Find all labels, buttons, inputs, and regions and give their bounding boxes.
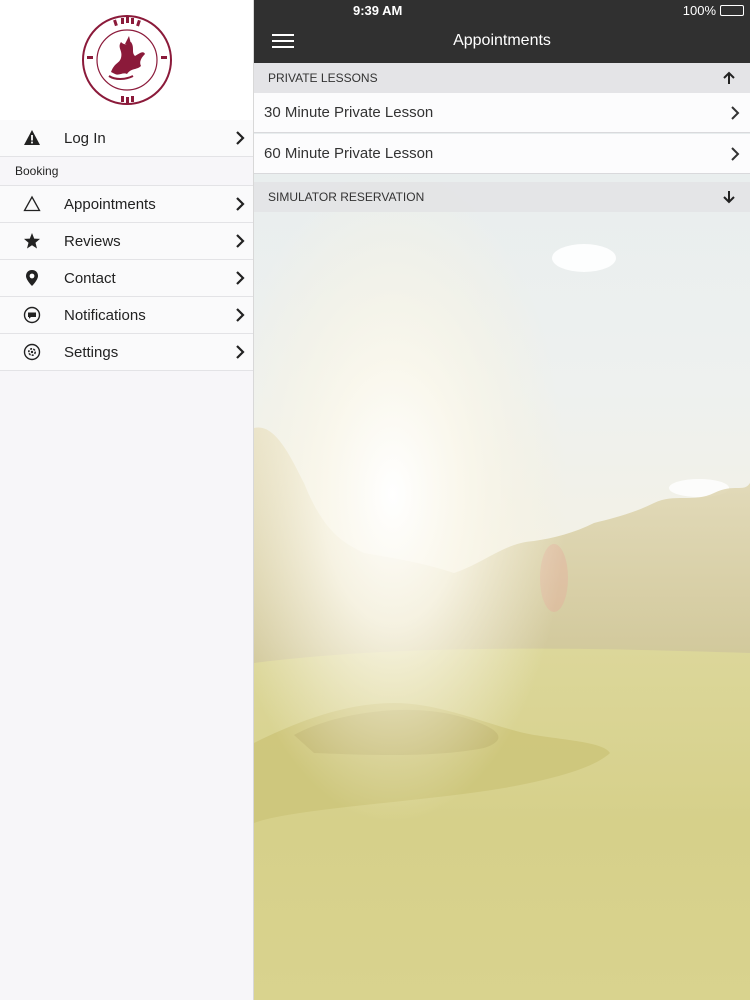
sidebar-item-label: Settings: [64, 343, 119, 361]
chevron-right-icon: [227, 131, 253, 145]
page-title: Appointments: [453, 32, 551, 49]
chevron-right-icon: [731, 106, 740, 120]
sidebar-item-label: Notifications: [64, 306, 146, 324]
list-item-60-minute-private-lesson[interactable]: 60 Minute Private Lesson: [254, 134, 750, 174]
arrow-up-icon: [723, 71, 735, 84]
list-item-30-minute-private-lesson[interactable]: 30 Minute Private Lesson: [254, 93, 750, 133]
sidebar-item-label: Contact: [64, 269, 116, 287]
sidebar-section-booking: Booking: [0, 157, 253, 186]
section-header-label: PRIVATE LESSONS: [268, 71, 378, 85]
chevron-right-icon: [731, 147, 740, 161]
sidebar-item-reviews[interactable]: Reviews: [0, 223, 253, 260]
battery-percent: 100%: [682, 3, 716, 18]
sidebar-item-appointments[interactable]: Appointments: [0, 186, 253, 223]
sidebar-item-settings[interactable]: Settings: [0, 334, 253, 371]
main-panel: 9:39 AM 100% Appointments PRIVATE LESSON…: [254, 0, 750, 1000]
triangle-outline-icon: [0, 195, 64, 213]
status-time: 9:39 AM: [353, 3, 403, 18]
sidebar-item-label: Appointments: [64, 195, 156, 213]
sidebar-item-contact[interactable]: Contact: [0, 260, 253, 297]
section-header-label: SIMULATOR RESERVATION: [268, 190, 425, 204]
sidebar: Log In Booking Appointments Reviews Cont…: [0, 0, 254, 1000]
chat-bubble-icon: [0, 306, 64, 324]
list-item-label: 30 Minute Private Lesson: [264, 104, 434, 121]
chevron-right-icon: [227, 345, 253, 359]
logo-area: [0, 0, 253, 120]
section-header-simulator-reservation[interactable]: SIMULATOR RESERVATION: [254, 182, 750, 212]
chevron-right-icon: [227, 308, 253, 322]
list-item-label: 60 Minute Private Lesson: [264, 145, 434, 162]
status-battery: 100%: [683, 3, 744, 18]
warning-icon: [0, 129, 64, 147]
battery-icon: [720, 5, 744, 16]
sidebar-item-notifications[interactable]: Notifications: [0, 297, 253, 334]
section-header-private-lessons[interactable]: PRIVATE LESSONS: [254, 63, 750, 93]
chevron-right-icon: [227, 234, 253, 248]
chevron-right-icon: [227, 197, 253, 211]
navigation-bar: 9:39 AM 100% Appointments: [254, 0, 750, 63]
sidebar-item-label: Reviews: [64, 232, 121, 250]
club-logo: [81, 15, 172, 105]
star-icon: [0, 232, 64, 250]
chevron-right-icon: [227, 271, 253, 285]
map-pin-icon: [0, 269, 64, 287]
sidebar-item-log-in[interactable]: Log In: [0, 120, 253, 157]
sidebar-item-label: Log In: [64, 129, 106, 147]
gear-icon: [0, 343, 64, 361]
arrow-down-icon: [723, 191, 735, 204]
